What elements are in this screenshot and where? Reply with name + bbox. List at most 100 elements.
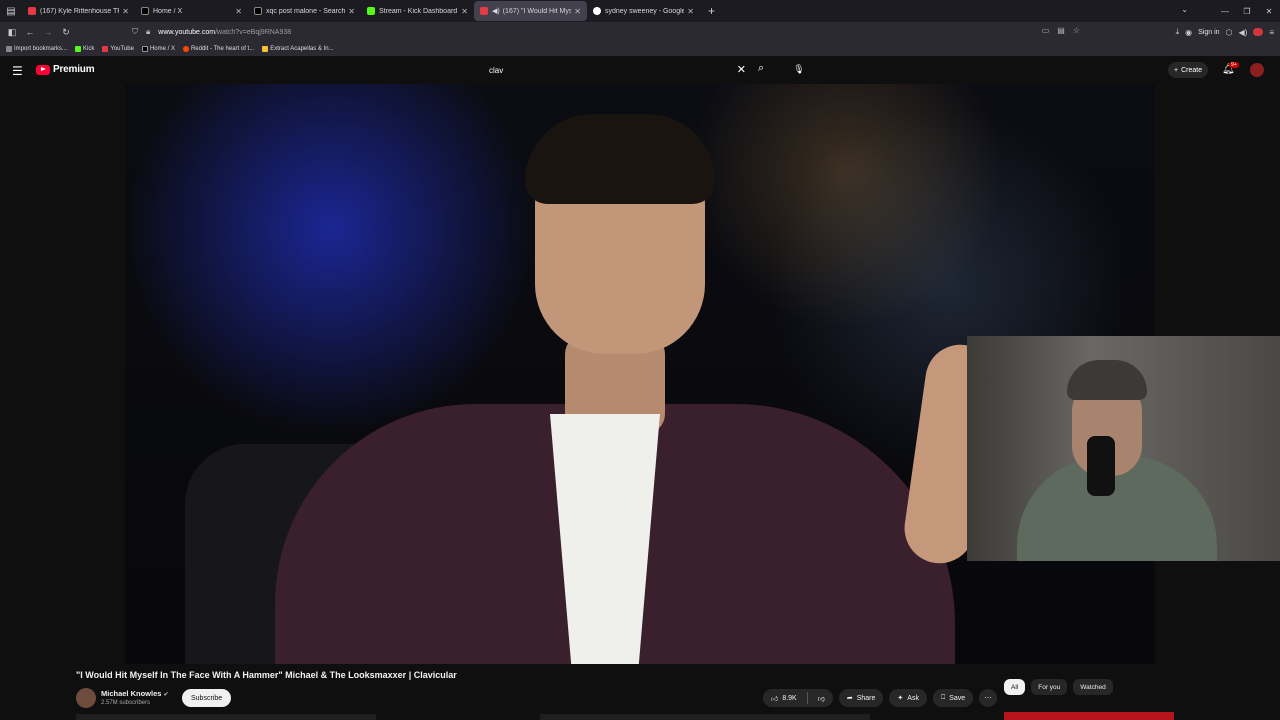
bookmark-label: Import bookmarks... — [14, 46, 68, 52]
browser-tab[interactable]: sydney sweeney - Google Sear ✕ — [587, 1, 700, 21]
reload-icon[interactable]: ↻ — [57, 27, 75, 38]
divider — [806, 692, 808, 704]
subscriber-count: 2.57M subscribers — [101, 700, 151, 706]
minimize-icon[interactable]: — — [1214, 7, 1236, 16]
share-label: Share — [856, 694, 876, 702]
bookmark-star-icon[interactable]: ☆ — [1073, 26, 1080, 35]
bookmark-label: Kick — [83, 46, 95, 52]
close-window-icon[interactable]: ✕ — [1258, 7, 1280, 16]
close-tab-icon[interactable]: ✕ — [687, 7, 694, 16]
close-tab-icon[interactable]: ✕ — [574, 7, 581, 16]
channel-avatar[interactable] — [76, 688, 96, 708]
chip-watched[interactable]: Watched — [1073, 679, 1113, 695]
like-dislike-group: 👍︎ 8.9K 👎︎ — [763, 689, 833, 707]
chevron-down-icon[interactable]: ⌄ — [1181, 5, 1188, 14]
comments-strip — [540, 714, 870, 720]
extension-icon[interactable]: ⬡ — [1226, 28, 1233, 37]
url-bar[interactable]: ⛉ 🔒︎ www.youtube.com/watch?v=eBqj9RNA938 — [132, 24, 1087, 40]
bookmark-icon: ⎕ — [940, 694, 946, 701]
x-favicon-icon — [141, 7, 149, 15]
account-icon[interactable]: ◉ — [1185, 28, 1192, 37]
tab-title: (167) Kyle Rittenhouse TRASHE — [40, 7, 119, 15]
bookmark-label: Home / X — [149, 46, 175, 52]
kick-favicon-icon — [367, 7, 375, 15]
close-tab-icon[interactable]: ✕ — [235, 7, 242, 16]
bookmark-item[interactable]: YouTube — [102, 46, 134, 52]
bookmark-item[interactable]: Reddit - The heart of t... — [182, 46, 254, 52]
new-tab-plus-icon[interactable]: + — [708, 4, 715, 18]
close-tab-icon[interactable]: ✕ — [122, 7, 129, 16]
bookmark-item[interactable]: Extract Acapellas & In... — [262, 46, 334, 52]
bookmark-label: Extract Acapellas & In... — [270, 46, 334, 52]
forward-arrow-icon[interactable]: → — [39, 27, 57, 37]
speaker-icon[interactable]: ◀) — [492, 7, 500, 15]
recommendation-thumbnail[interactable] — [1004, 712, 1174, 720]
google-favicon-icon — [593, 7, 601, 15]
youtube-logo[interactable]: Premium — [36, 64, 95, 75]
url-actions: ▭ ▤ ☆ — [1042, 26, 1080, 35]
youtube-header: ☰ Premium ✕ ⌕ 🎙︎ + Create 🔔︎ 9+ — [0, 56, 1280, 84]
extension-badge-icon[interactable] — [1253, 28, 1264, 36]
thumbs-up-icon[interactable]: 👍︎ — [771, 694, 778, 703]
like-count[interactable]: 8.9K — [782, 695, 796, 702]
browser-tab[interactable]: Home / X ✕ — [135, 1, 248, 21]
ask-button[interactable]: ✦ Ask — [889, 689, 927, 707]
import-icon — [6, 46, 12, 52]
share-button[interactable]: ➦ Share — [838, 689, 884, 707]
verified-check-icon: ✔ — [163, 692, 169, 698]
close-tab-icon[interactable]: ✕ — [461, 7, 468, 16]
channel-name[interactable]: Michael Knowles ✔ — [101, 689, 168, 698]
create-button[interactable]: + Create — [1168, 62, 1209, 78]
bookmark-item[interactable]: Kick — [75, 46, 94, 52]
kick-icon — [75, 46, 82, 52]
bookmark-item[interactable]: Home / X — [141, 46, 175, 52]
lock-icon[interactable]: 🔒︎ — [146, 27, 150, 37]
reddit-icon — [182, 46, 189, 52]
search-icon[interactable]: ⌕ — [758, 62, 764, 75]
browser-tab-active[interactable]: ◀) (167) "I Would Hit Myself In ✕ — [474, 1, 587, 21]
menu-icon[interactable]: ≡ — [1269, 28, 1274, 37]
tab-title: Home / X — [153, 7, 183, 15]
shield-icon[interactable]: ⛉ — [132, 27, 138, 37]
clear-search-icon[interactable]: ✕ — [737, 63, 746, 76]
user-avatar[interactable] — [1250, 63, 1264, 77]
browser-tab-strip: ▤ (167) Kyle Rittenhouse TRASHE ✕ Home /… — [0, 0, 1280, 22]
subscribe-button[interactable]: Subscribe — [182, 689, 232, 707]
save-button[interactable]: ⎕ Save — [932, 689, 974, 707]
more-actions-button[interactable]: ⋯ — [979, 689, 998, 707]
close-tab-icon[interactable]: ✕ — [348, 7, 355, 16]
browser-tab[interactable]: Stream - Kick Dashboard ✕ — [361, 1, 474, 21]
browser-tab[interactable]: (167) Kyle Rittenhouse TRASHE ✕ — [22, 1, 135, 21]
back-arrow-icon[interactable]: ← — [21, 27, 39, 37]
ask-label: Ask — [907, 694, 919, 702]
create-label: Create — [1181, 66, 1203, 74]
video-hair — [525, 114, 715, 204]
notification-badge: 9+ — [1229, 62, 1239, 68]
reader-view-icon[interactable]: ▤ — [1057, 26, 1065, 35]
picture-in-picture-icon[interactable]: ▭ — [1042, 26, 1050, 35]
download-icon[interactable]: ⤓ — [1176, 27, 1180, 37]
sidebar-toggle-icon[interactable]: ◧ — [3, 27, 21, 38]
url-host: www.youtube.com — [158, 28, 216, 36]
bookmark-item[interactable]: Import bookmarks... — [6, 46, 67, 52]
plus-icon: + — [1174, 66, 1179, 74]
restore-icon[interactable]: ❐ — [1236, 7, 1258, 16]
webcam-microphone — [1087, 436, 1115, 496]
volume-icon[interactable]: ◀) — [1239, 28, 1248, 37]
sign-in-link[interactable]: Sign in — [1198, 29, 1219, 36]
url-path: /watch?v=eBqj9RNA938 — [215, 28, 292, 36]
channel-name-text: Michael Knowles — [101, 689, 162, 698]
thumbs-down-icon[interactable]: 👎︎ — [818, 694, 825, 703]
chip-all[interactable]: All — [1004, 679, 1026, 695]
chip-for-you[interactable]: For you — [1031, 679, 1068, 695]
search-input[interactable] — [484, 60, 724, 80]
acapella-icon — [262, 46, 269, 52]
share-icon: ➦ — [846, 695, 853, 702]
more-horizontal-icon: ⋯ — [984, 695, 992, 702]
youtube-favicon-icon — [28, 7, 36, 15]
microphone-icon[interactable]: 🎙︎ — [790, 60, 808, 78]
hamburger-menu-icon[interactable]: ☰ — [12, 64, 23, 78]
browser-tab[interactable]: xqc post malone - Search / X ✕ — [248, 1, 361, 21]
youtube-icon — [102, 46, 109, 52]
tab-list-icon[interactable]: ▤ — [0, 0, 22, 22]
